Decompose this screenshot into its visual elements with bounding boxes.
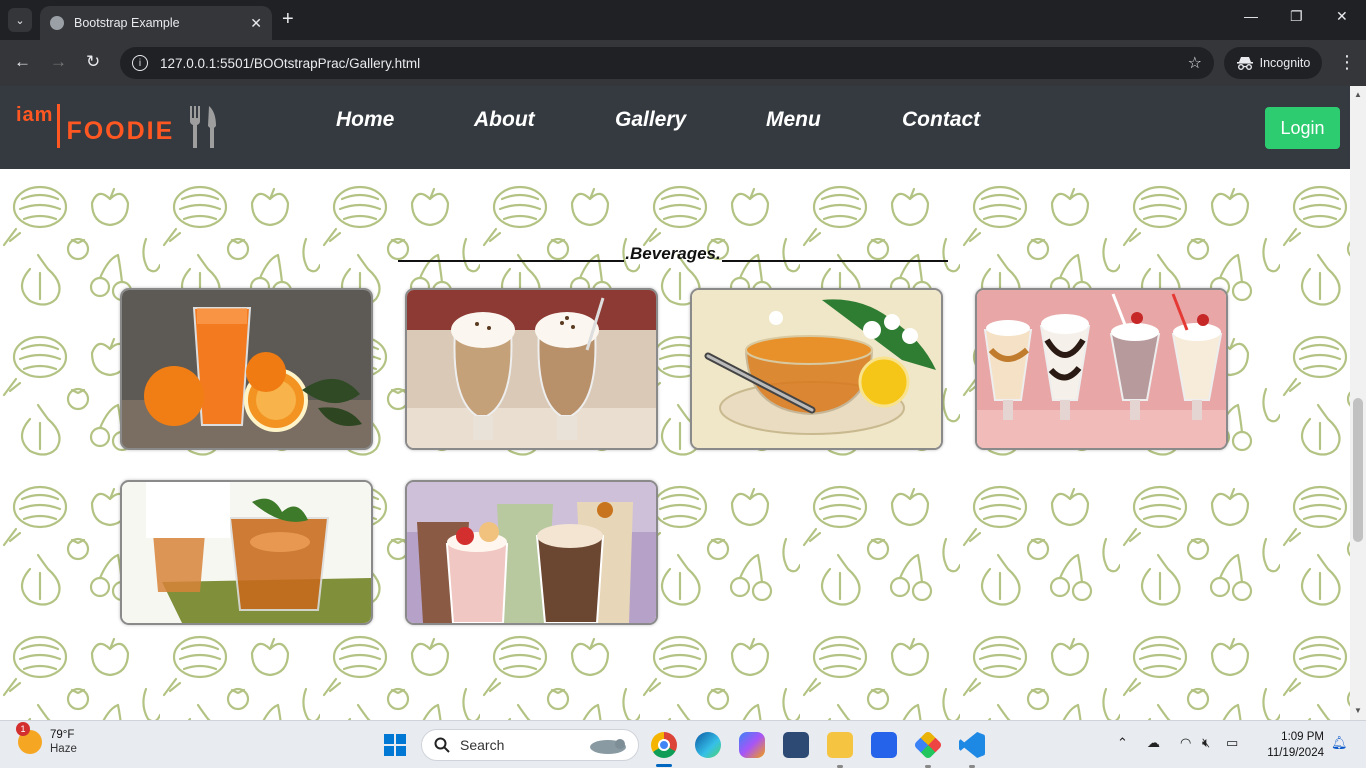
nav-gallery-link[interactable]: Gallery xyxy=(615,108,686,132)
gallery-image-milkshakes[interactable] xyxy=(975,288,1228,450)
tab-search-chevron-icon[interactable]: ⌄ xyxy=(8,8,32,32)
globe-icon xyxy=(50,16,64,30)
chrome-icon[interactable] xyxy=(651,732,677,758)
minimize-icon[interactable]: — xyxy=(1244,8,1258,24)
section-heading: .Beverages. xyxy=(398,244,949,264)
address-bar[interactable]: i 127.0.0.1:5501/BOOtstrapPrac/Gallery.h… xyxy=(120,47,1214,79)
nav-about-link[interactable]: About xyxy=(474,108,535,132)
battery-icon[interactable]: ▭ xyxy=(1226,735,1238,751)
manatee-search-highlight-icon xyxy=(590,739,626,754)
site-navbar: iam FOODIE Home About Gallery Menu Conta… xyxy=(0,86,1350,169)
forward-arrow-icon[interactable]: → xyxy=(50,52,67,72)
cutlery-icon xyxy=(190,106,217,148)
incognito-indicator[interactable]: Incognito xyxy=(1224,47,1322,79)
search-placeholder: Search xyxy=(460,737,505,753)
weather-widget[interactable]: 1 79°F Haze xyxy=(16,721,77,755)
browser-menu-icon[interactable]: ⋮ xyxy=(1338,52,1356,73)
bookmark-star-icon[interactable]: ☆ xyxy=(1188,53,1202,73)
weather-condition: Haze xyxy=(50,743,77,755)
close-tab-icon[interactable]: ✕ xyxy=(250,15,262,32)
show-hidden-icons-chevron-icon[interactable]: ⌃ xyxy=(1117,735,1128,751)
gallery-image-lemon-tea[interactable] xyxy=(690,288,943,450)
weather-sun-icon: 1 xyxy=(16,721,42,754)
system-clock[interactable]: 1:09 PM 11/19/2024 xyxy=(1256,729,1324,761)
scroll-down-arrow-icon[interactable]: ▼ xyxy=(1354,706,1362,715)
copilot-icon[interactable] xyxy=(739,732,765,758)
notification-bell-icon[interactable]: 🔔︎ xyxy=(1331,735,1348,751)
page-scrollbar[interactable]: ▲ ▼ xyxy=(1350,86,1366,720)
logo-foodie-text: FOODIE xyxy=(66,117,175,145)
chrome-active-indicator xyxy=(656,764,672,767)
login-button[interactable]: Login xyxy=(1265,107,1340,149)
site-logo[interactable]: iam FOODIE xyxy=(16,104,218,148)
url-text: 127.0.0.1:5501/BOOtstrapPrac/Gallery.htm… xyxy=(160,55,421,71)
weather-notification-badge: 1 xyxy=(16,721,30,736)
taskbar-search-box[interactable]: Search xyxy=(421,729,639,761)
back-arrow-icon[interactable]: ← xyxy=(14,52,31,72)
close-window-icon[interactable]: ✕ xyxy=(1336,8,1348,25)
gallery-image-orange-juice[interactable] xyxy=(120,288,373,450)
browser-tab-strip: ⌄ Bootstrap Example ✕ + — ❐ ✕ xyxy=(0,0,1366,40)
nav-menu-link[interactable]: Menu xyxy=(766,108,821,132)
clock-date: 11/19/2024 xyxy=(1267,747,1324,759)
reload-icon[interactable]: ↻ xyxy=(86,52,100,72)
section-heading-text: .Beverages. xyxy=(625,244,721,263)
heading-underline-right xyxy=(721,260,949,262)
logo-iam-text: iam xyxy=(16,104,54,126)
windows-taskbar: 1 79°F Haze Search ⌃ ☁ ◠ 🔇︎ ▭ 1:09 PM 11… xyxy=(0,720,1366,768)
microsoft-store-icon[interactable] xyxy=(871,732,897,758)
gallery-image-smoothies[interactable] xyxy=(405,480,658,625)
incognito-icon xyxy=(1236,57,1253,70)
incognito-label: Incognito xyxy=(1259,56,1311,70)
edge-icon[interactable] xyxy=(695,732,721,758)
site-info-icon[interactable]: i xyxy=(132,55,148,71)
browser-toolbar: ← → ↻ i 127.0.0.1:5501/BOOtstrapPrac/Gal… xyxy=(0,40,1366,86)
new-tab-plus-icon[interactable]: + xyxy=(282,8,294,31)
clock-time: 1:09 PM xyxy=(1281,731,1324,743)
heading-underline-left xyxy=(398,260,625,262)
tab-title: Bootstrap Example xyxy=(74,16,180,30)
scrollbar-thumb[interactable] xyxy=(1353,398,1363,542)
vscode-icon[interactable] xyxy=(959,732,985,758)
windows-start-icon[interactable] xyxy=(384,734,406,756)
page-viewport: iam FOODIE Home About Gallery Menu Conta… xyxy=(0,86,1350,720)
wifi-icon[interactable]: ◠ xyxy=(1180,735,1191,751)
weather-temperature: 79°F xyxy=(50,729,75,741)
search-icon xyxy=(434,737,450,753)
browser-tab[interactable]: Bootstrap Example ✕ xyxy=(40,6,272,40)
scroll-up-arrow-icon[interactable]: ▲ xyxy=(1354,90,1362,99)
restore-icon[interactable]: ❐ xyxy=(1290,8,1303,25)
nav-contact-link[interactable]: Contact xyxy=(902,108,980,132)
nav-home-link[interactable]: Home xyxy=(336,108,394,132)
volume-muted-icon[interactable]: 🔇︎ xyxy=(1202,735,1210,751)
mysql-workbench-icon[interactable] xyxy=(783,732,809,758)
gallery-image-iced-tea[interactable] xyxy=(120,480,373,625)
file-explorer-icon[interactable] xyxy=(827,732,853,758)
logo-divider xyxy=(57,104,61,148)
git-icon[interactable] xyxy=(913,730,943,760)
gallery-image-coffee-frappe[interactable] xyxy=(405,288,658,450)
onedrive-cloud-icon[interactable]: ☁ xyxy=(1147,735,1160,751)
